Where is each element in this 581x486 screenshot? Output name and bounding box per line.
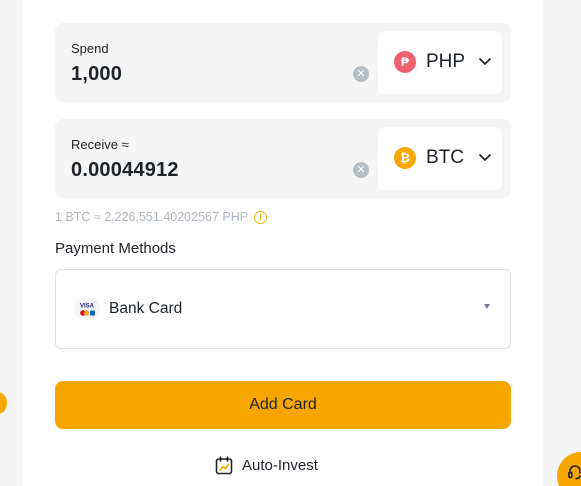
side-floating-button[interactable] [0,392,7,414]
support-chat-button[interactable] [557,452,581,486]
calendar-icon [215,456,233,475]
chevron-down-icon [479,154,491,161]
svg-text:VISA: VISA [80,304,95,310]
spend-currency-select[interactable]: ₱ PHP [378,31,502,94]
peso-coin-icon: ₱ [394,51,416,73]
add-card-button[interactable]: Add Card [55,381,511,429]
auto-invest-link[interactable]: Auto-Invest [215,456,318,475]
spend-currency-code: PHP [426,51,466,72]
page: Spend 1,000 ✕ ₱ PHP Receive ≈ 0.00044912… [0,0,581,486]
receive-label: Receive ≈ [71,137,129,152]
receive-currency-select[interactable]: ₿ BTC [378,127,502,190]
payment-method-select[interactable]: VISA Bank Card [55,269,511,349]
receive-field-group: Receive ≈ 0.00044912 ✕ ₿ BTC [55,119,511,198]
spend-field-group: Spend 1,000 ✕ ₱ PHP [55,23,511,102]
payment-method-label: Bank Card [109,300,183,317]
exchange-rate-text: 1 BTC ≈ 2,226,551.40202567 PHP [55,210,249,224]
chevron-down-icon [479,58,491,65]
receive-amount-input[interactable]: 0.00044912 [71,159,179,182]
exchange-rate: 1 BTC ≈ 2,226,551.40202567 PHP ! [55,210,268,224]
clear-spend-icon[interactable]: ✕ [353,66,369,82]
receive-currency-code: BTC [426,147,464,168]
info-icon[interactable]: ! [254,210,268,224]
caret-down-icon [484,304,490,309]
spend-amount-input[interactable]: 1,000 [71,63,122,86]
headset-icon [567,465,581,480]
auto-invest-label: Auto-Invest [242,457,318,474]
spend-label: Spend [71,41,109,56]
visa-mastercard-icon: VISA [74,298,100,320]
clear-receive-icon[interactable]: ✕ [353,162,369,178]
payment-methods-title: Payment Methods [55,240,176,257]
bitcoin-coin-icon: ₿ [394,147,416,169]
